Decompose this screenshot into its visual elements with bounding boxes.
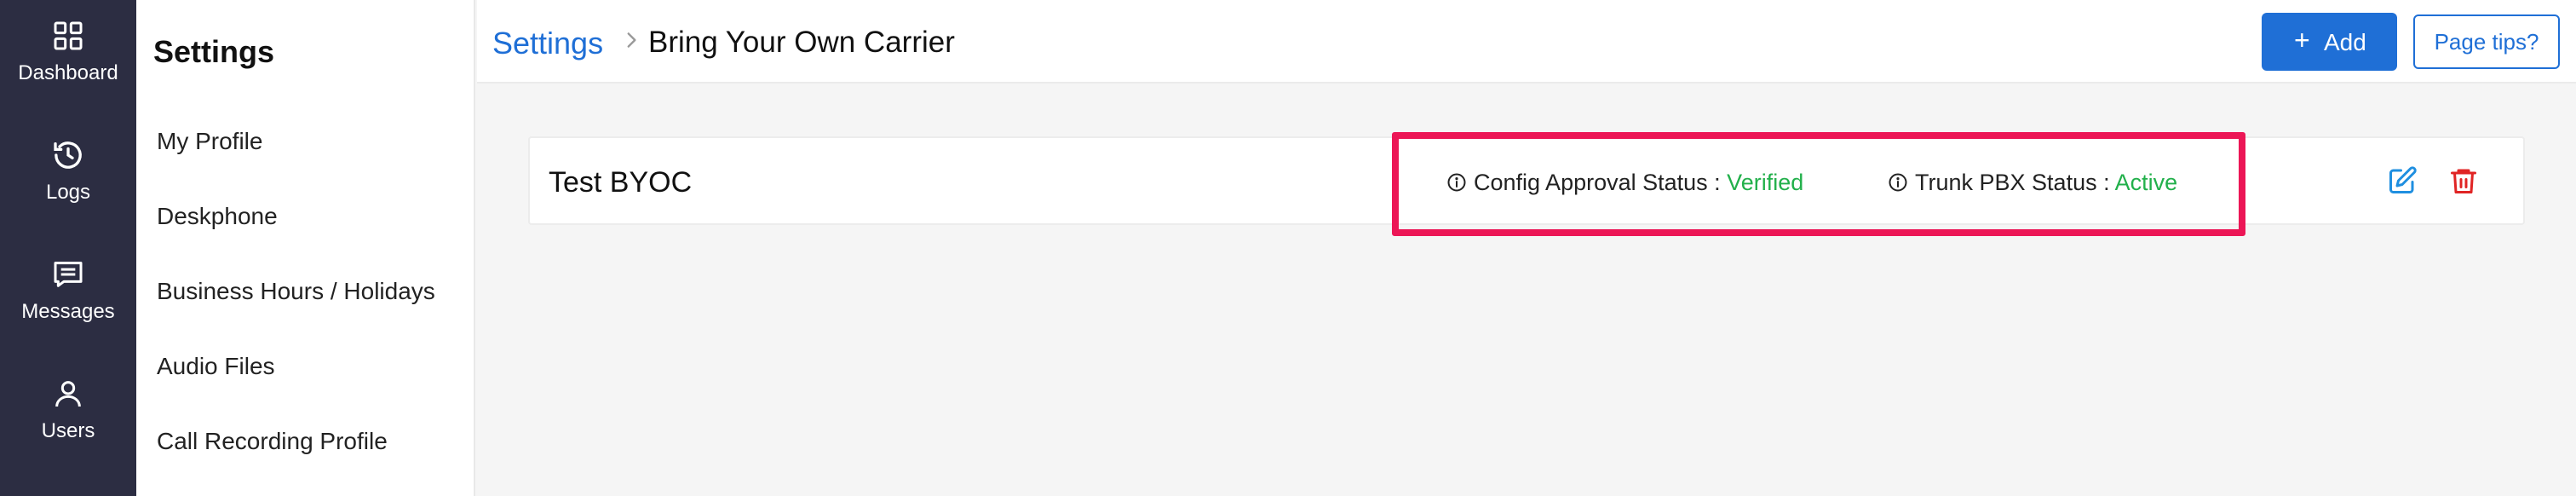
nav-item-messages[interactable]: Messages bbox=[0, 242, 136, 344]
nav-item-label: Users bbox=[41, 419, 95, 442]
page-header: Settings Bring Your Own Carrier + Add Pa… bbox=[477, 0, 2576, 84]
add-button[interactable]: + Add bbox=[2262, 13, 2397, 71]
nav-item-users[interactable]: Users bbox=[0, 361, 136, 464]
status-highlight-box bbox=[1392, 132, 2245, 236]
sidebar-item-business-hours[interactable]: Business Hours / Holidays bbox=[157, 278, 435, 305]
sidebar-item-audio-files[interactable]: Audio Files bbox=[157, 353, 275, 380]
chevron-right-icon bbox=[627, 32, 636, 48]
settings-sidebar: Settings My Profile Deskphone Business H… bbox=[136, 0, 475, 496]
nav-item-label: Dashboard bbox=[18, 61, 118, 84]
sidebar-item-call-recording-profile[interactable]: Call Recording Profile bbox=[157, 428, 388, 455]
nav-item-dashboard[interactable]: Dashboard bbox=[0, 3, 136, 106]
add-button-label: Add bbox=[2324, 29, 2366, 55]
trash-icon[interactable] bbox=[2448, 165, 2479, 196]
nav-item-label: Messages bbox=[21, 300, 115, 323]
history-icon bbox=[54, 141, 82, 169]
edit-icon[interactable] bbox=[2387, 165, 2418, 196]
plus-icon: + bbox=[2294, 25, 2310, 55]
sidebar-item-my-profile[interactable]: My Profile bbox=[157, 128, 262, 155]
nav-item-label: Logs bbox=[45, 181, 91, 204]
user-icon bbox=[55, 381, 81, 407]
page-title: Bring Your Own Carrier bbox=[648, 26, 955, 59]
settings-sidebar-title: Settings bbox=[153, 34, 275, 69]
carrier-name: Test BYOC bbox=[549, 166, 693, 199]
message-icon bbox=[54, 262, 83, 287]
page-tips-button[interactable]: Page tips? bbox=[2413, 14, 2560, 69]
grid-icon bbox=[54, 21, 83, 50]
nav-item-logs[interactable]: Logs bbox=[0, 123, 136, 225]
main-nav-rail: Dashboard Logs Messages Users bbox=[0, 0, 136, 496]
sidebar-item-deskphone[interactable]: Deskphone bbox=[157, 203, 278, 230]
breadcrumb-settings-link[interactable]: Settings bbox=[492, 26, 603, 61]
